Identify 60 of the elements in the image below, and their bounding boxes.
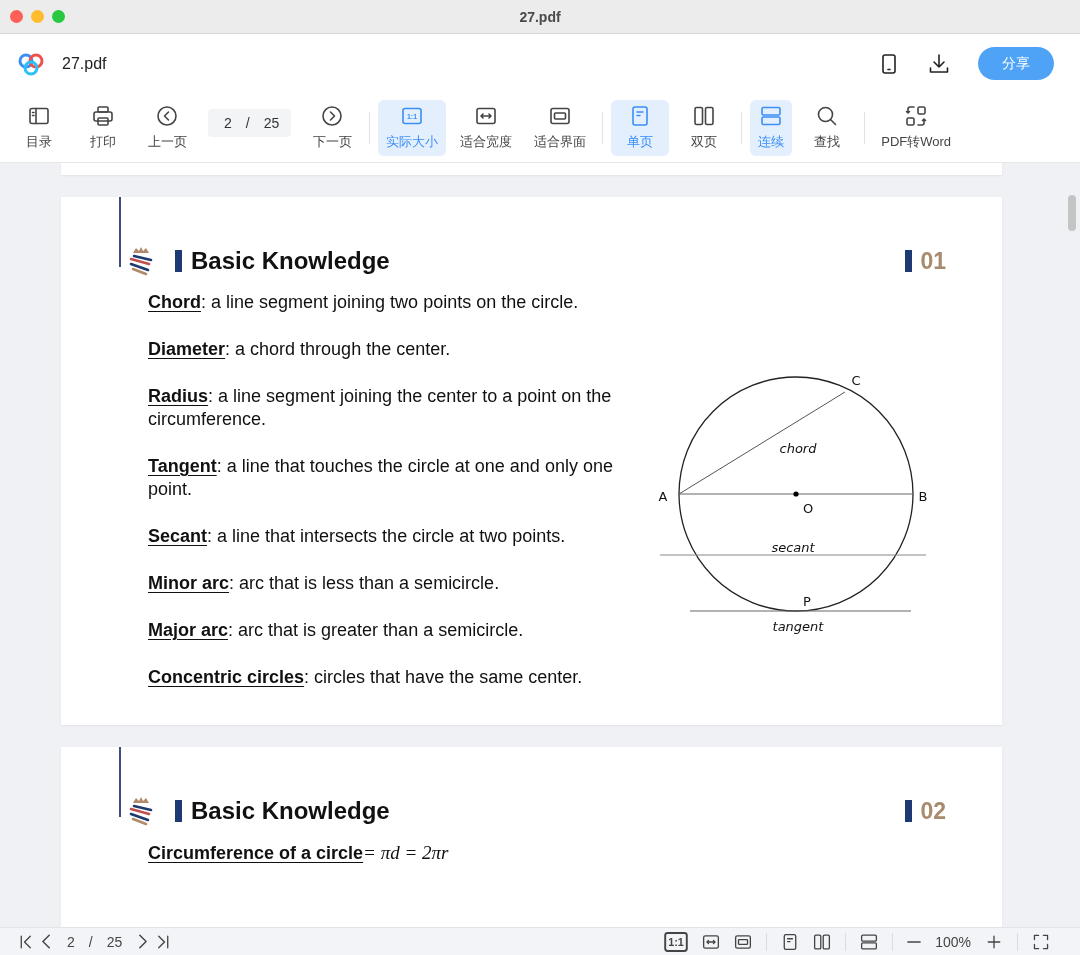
actual-size-button[interactable]: 1:1 (664, 931, 689, 952)
convert-icon (905, 105, 928, 127)
sidebar-icon (28, 105, 50, 127)
page-number-field[interactable]: 2 / 25 (208, 108, 292, 137)
fit-width-button[interactable]: 适合宽度 (452, 99, 521, 156)
section-number: 01 (905, 250, 946, 272)
pdf-to-word-button[interactable]: PDF转Word (873, 99, 960, 156)
fit-width-button[interactable] (702, 932, 721, 951)
point-label: B (918, 489, 928, 504)
print-button[interactable]: 打印 (74, 99, 132, 156)
fit-screen-button[interactable]: 适合界面 (526, 99, 595, 156)
definition-text: Secant: a line that intersects the circle at two points. (148, 525, 567, 548)
double-page-icon (693, 105, 716, 127)
definition-text: Radius: a line segment joining the center to a point on the circumference. (148, 385, 613, 431)
double-page-button[interactable]: 双页 (675, 99, 734, 156)
definition-text: Diameter: a chord through the center. (148, 338, 452, 361)
definition-text: Major arc: arc that is greater than a semicircle. (148, 619, 525, 642)
page-number-field[interactable]: 2 / 25 (67, 933, 123, 950)
continuous-scroll-button[interactable] (860, 932, 879, 951)
chevron-right-icon (321, 105, 344, 127)
definition-text: Minor arc: arc that is less than a semicircle. (148, 572, 501, 595)
line-label: chord (779, 441, 817, 456)
file-name: 27.pdf (62, 54, 107, 73)
next-page-button[interactable] (138, 934, 148, 949)
crest-logo-icon (127, 245, 155, 277)
next-page-button[interactable]: 下一页 (303, 99, 362, 156)
search-button[interactable]: 查找 (798, 99, 857, 156)
download-icon (928, 52, 950, 75)
crest-logo-icon (127, 795, 155, 827)
search-icon (816, 105, 839, 127)
definition-text: Tangent: a line that touches the circle at one and only one point. (148, 455, 614, 501)
zoom-out-button[interactable] (907, 940, 922, 943)
previous-page-button[interactable]: 上一页 (138, 99, 196, 156)
fit-screen-button[interactable] (734, 932, 753, 951)
double-page-button[interactable] (813, 932, 832, 951)
contents-button[interactable]: 目录 (10, 99, 68, 156)
section-number: 02 (905, 800, 946, 822)
point-label: A (658, 489, 668, 504)
zoom-level: 100% (935, 933, 971, 950)
line-label: secant (771, 540, 815, 555)
definition-text: Concentric circles: circles that have the same center. (148, 666, 584, 689)
section-title: Basic Knowledge (175, 800, 390, 822)
fullscreen-button[interactable] (1032, 932, 1050, 951)
printer-icon (92, 105, 114, 127)
previous-page-button[interactable] (42, 934, 51, 949)
definition-text: Chord: a line segment joining two points on the circle. (148, 291, 580, 314)
definition-text: Circumference of a circle= πd = 2πr (148, 841, 450, 865)
stacked-pages-icon (760, 105, 783, 127)
window-close-button[interactable] (10, 10, 23, 23)
fit-width-icon (475, 105, 498, 127)
point-label: C (851, 373, 861, 388)
chevron-left-icon (156, 105, 178, 127)
point-label: O (802, 501, 814, 516)
app-logo-icon (16, 51, 46, 76)
section-title: Basic Knowledge (175, 250, 390, 272)
fit-screen-icon (549, 105, 572, 127)
scrollbar-thumb[interactable] (1068, 195, 1076, 231)
point-label: P (803, 594, 811, 609)
line-label: tangent (772, 619, 824, 634)
window-title: 27.pdf (519, 8, 561, 25)
